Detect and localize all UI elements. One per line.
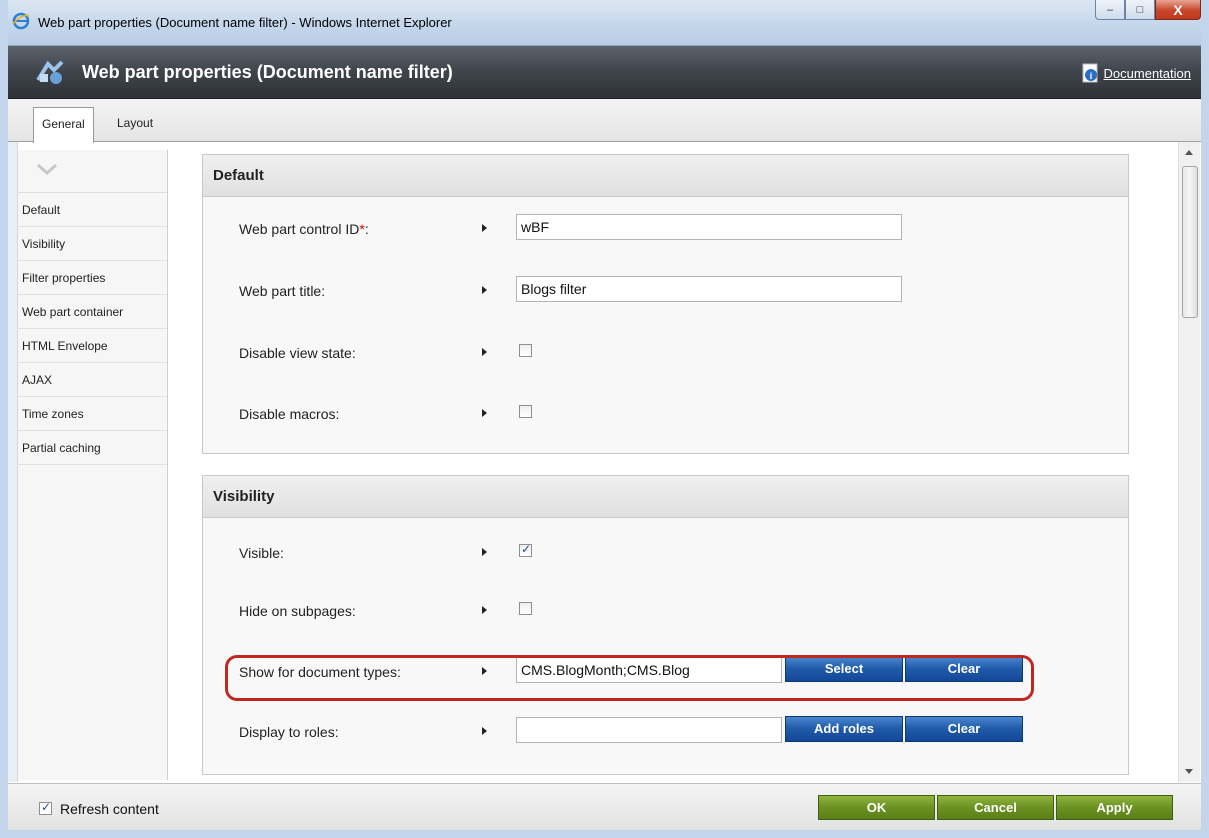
title-label: Web part title: xyxy=(239,283,326,299)
window-titlebar: Web part properties (Document name filte… xyxy=(0,0,1209,46)
ie-icon xyxy=(12,12,30,30)
refresh-content-label: Refresh content xyxy=(60,801,159,817)
tab-bar: General Layout xyxy=(8,99,1201,143)
scroll-up-icon[interactable] xyxy=(1185,150,1193,155)
menu-item-time-zones[interactable]: Time zones xyxy=(18,397,167,431)
arrow-right-icon[interactable] xyxy=(482,348,487,356)
ok-button[interactable]: OK xyxy=(818,795,935,820)
documentation-label[interactable]: Documentation xyxy=(1104,66,1191,81)
disable-view-state-label: Disable view state: xyxy=(239,345,356,361)
window-title: Web part properties (Document name filte… xyxy=(38,15,452,30)
menu-item-visibility[interactable]: Visibility xyxy=(18,227,167,261)
scroll-down-icon[interactable] xyxy=(1185,769,1193,774)
disable-view-state-row: Disable view state: xyxy=(203,337,1128,367)
properties-content: Default Web part control ID*: Web part t… xyxy=(186,142,1176,782)
info-icon: i xyxy=(1082,63,1098,83)
category-menu: Default Visibility Filter properties Web… xyxy=(18,150,168,780)
arrow-right-icon[interactable] xyxy=(482,727,487,735)
visible-checkbox[interactable] xyxy=(519,542,532,557)
menu-item-default[interactable]: Default xyxy=(18,193,167,227)
menu-item-web-part-container[interactable]: Web part container xyxy=(18,295,167,329)
menu-item-html-envelope[interactable]: HTML Envelope xyxy=(18,329,167,363)
webpart-icon xyxy=(36,60,64,84)
hide-subpages-row: Hide on subpages: xyxy=(203,595,1128,625)
tab-layout[interactable]: Layout xyxy=(109,107,161,142)
default-section: Default Web part control ID*: Web part t… xyxy=(202,154,1129,454)
close-button[interactable]: X xyxy=(1155,0,1201,20)
disable-macros-row: Disable macros: xyxy=(203,398,1128,428)
arrow-right-icon[interactable] xyxy=(482,224,487,232)
arrow-right-icon[interactable] xyxy=(482,548,487,556)
highlight-annotation xyxy=(225,655,1034,701)
dialog-header: Web part properties (Document name filte… xyxy=(8,46,1201,99)
left-strip xyxy=(8,142,18,782)
menu-item-filter-properties[interactable]: Filter properties xyxy=(18,261,167,295)
dialog-footer: Refresh content OK Cancel Apply xyxy=(8,783,1201,830)
disable-macros-checkbox[interactable] xyxy=(519,405,532,418)
apply-button[interactable]: Apply xyxy=(1056,795,1173,820)
visible-row: Visible: xyxy=(203,537,1128,567)
section-title: Default xyxy=(203,155,1128,197)
arrow-right-icon[interactable] xyxy=(482,409,487,417)
control-id-input[interactable] xyxy=(516,214,902,240)
documentation-link[interactable]: i Documentation xyxy=(1082,63,1191,83)
cancel-button[interactable]: Cancel xyxy=(937,795,1054,820)
refresh-content-checkbox[interactable] xyxy=(39,800,52,815)
title-row: Web part title: xyxy=(203,275,1128,305)
disable-macros-label: Disable macros: xyxy=(239,406,340,422)
roles-row: Display to roles: Add roles Clear xyxy=(203,716,1128,746)
control-id-label: Web part control ID*: xyxy=(239,221,369,237)
arrow-right-icon[interactable] xyxy=(482,606,487,614)
vertical-scrollbar[interactable] xyxy=(1178,142,1200,782)
roles-label: Display to roles: xyxy=(239,724,339,740)
minimize-button[interactable]: – xyxy=(1095,0,1125,20)
disable-view-state-checkbox[interactable] xyxy=(519,344,532,357)
title-input[interactable] xyxy=(516,276,902,302)
roles-input[interactable] xyxy=(516,717,782,743)
arrow-right-icon[interactable] xyxy=(482,286,487,294)
menu-item-partial-caching[interactable]: Partial caching xyxy=(18,431,167,465)
scroll-thumb[interactable] xyxy=(1182,166,1198,318)
menu-collapse[interactable] xyxy=(18,150,167,193)
hide-subpages-label: Hide on subpages: xyxy=(239,603,356,619)
window-controls: – □ X xyxy=(1095,0,1201,22)
hide-subpages-checkbox[interactable] xyxy=(519,602,532,615)
tab-general[interactable]: General xyxy=(33,107,94,143)
clear-roles-button[interactable]: Clear xyxy=(905,716,1023,742)
section-title: Visibility xyxy=(203,476,1128,518)
dialog-title: Web part properties (Document name filte… xyxy=(82,62,453,82)
menu-item-ajax[interactable]: AJAX xyxy=(18,363,167,397)
chevron-down-icon xyxy=(37,163,57,176)
control-id-row: Web part control ID*: xyxy=(203,213,1128,243)
visible-label: Visible: xyxy=(239,545,284,561)
maximize-button[interactable]: □ xyxy=(1125,0,1155,20)
svg-text:i: i xyxy=(1089,71,1092,81)
visibility-section: Visibility Visible: Hide on subpages: Sh… xyxy=(202,475,1129,775)
add-roles-button[interactable]: Add roles xyxy=(785,716,903,742)
